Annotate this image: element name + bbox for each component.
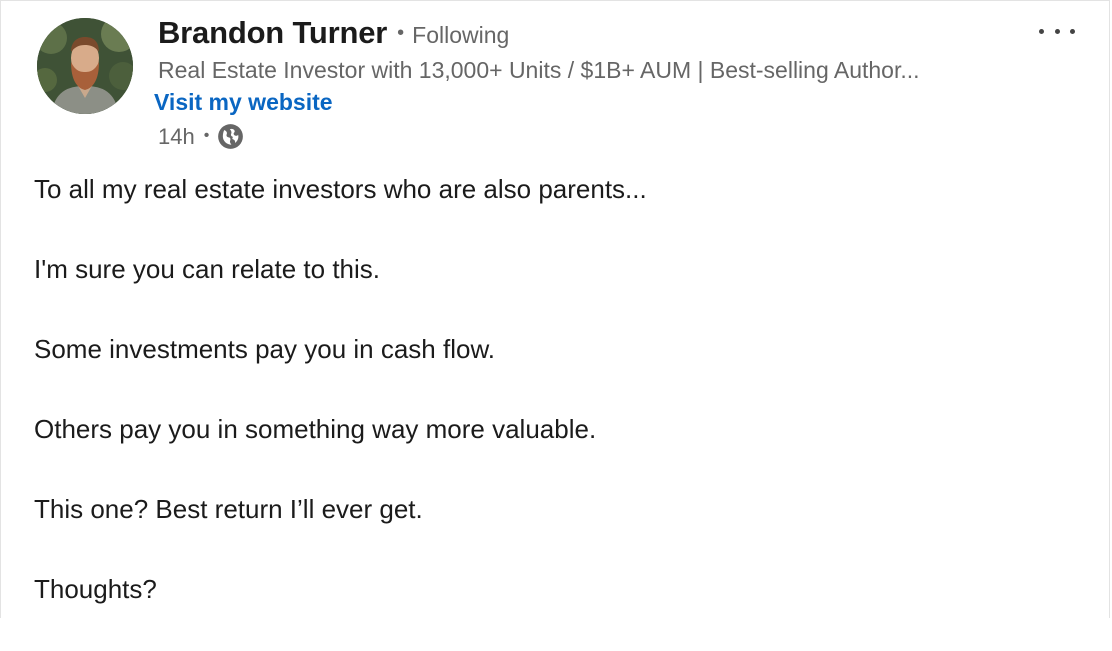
more-options-icon[interactable]: [1039, 21, 1075, 41]
avatar-photo: [37, 18, 133, 114]
post-line: I'm sure you can relate to this.: [34, 254, 381, 284]
post-line: Others pay you in something way more val…: [34, 414, 597, 444]
separator-dot: •: [397, 22, 405, 44]
author-name[interactable]: Brandon Turner: [158, 15, 387, 51]
post-line: This one? Best return I’ll ever get.: [34, 494, 423, 524]
more-dot: [1054, 28, 1060, 34]
meta-separator: •: [203, 126, 210, 144]
post-line: Thoughts?: [34, 574, 157, 604]
author-headline: Real Estate Investor with 13,000+ Units …: [158, 57, 920, 83]
post-time: 14h: [158, 123, 195, 149]
post-body: To all my real estate investors who are …: [34, 171, 1074, 651]
visit-website-link[interactable]: Visit my website: [154, 89, 333, 116]
post-card: Brandon Turner • Following Real Estate I…: [0, 0, 1110, 618]
globe-icon: [217, 123, 244, 150]
follow-status: Following: [412, 22, 510, 48]
post-line: Some investments pay you in cash flow.: [34, 334, 496, 364]
post-line: To all my real estate investors who are …: [34, 174, 647, 204]
more-dot: [1070, 28, 1075, 34]
author-name-row: Brandon Turner • Following: [158, 15, 509, 51]
more-dot: [1039, 28, 1044, 34]
author-avatar[interactable]: [37, 18, 133, 114]
post-meta: 14h •: [158, 123, 244, 150]
